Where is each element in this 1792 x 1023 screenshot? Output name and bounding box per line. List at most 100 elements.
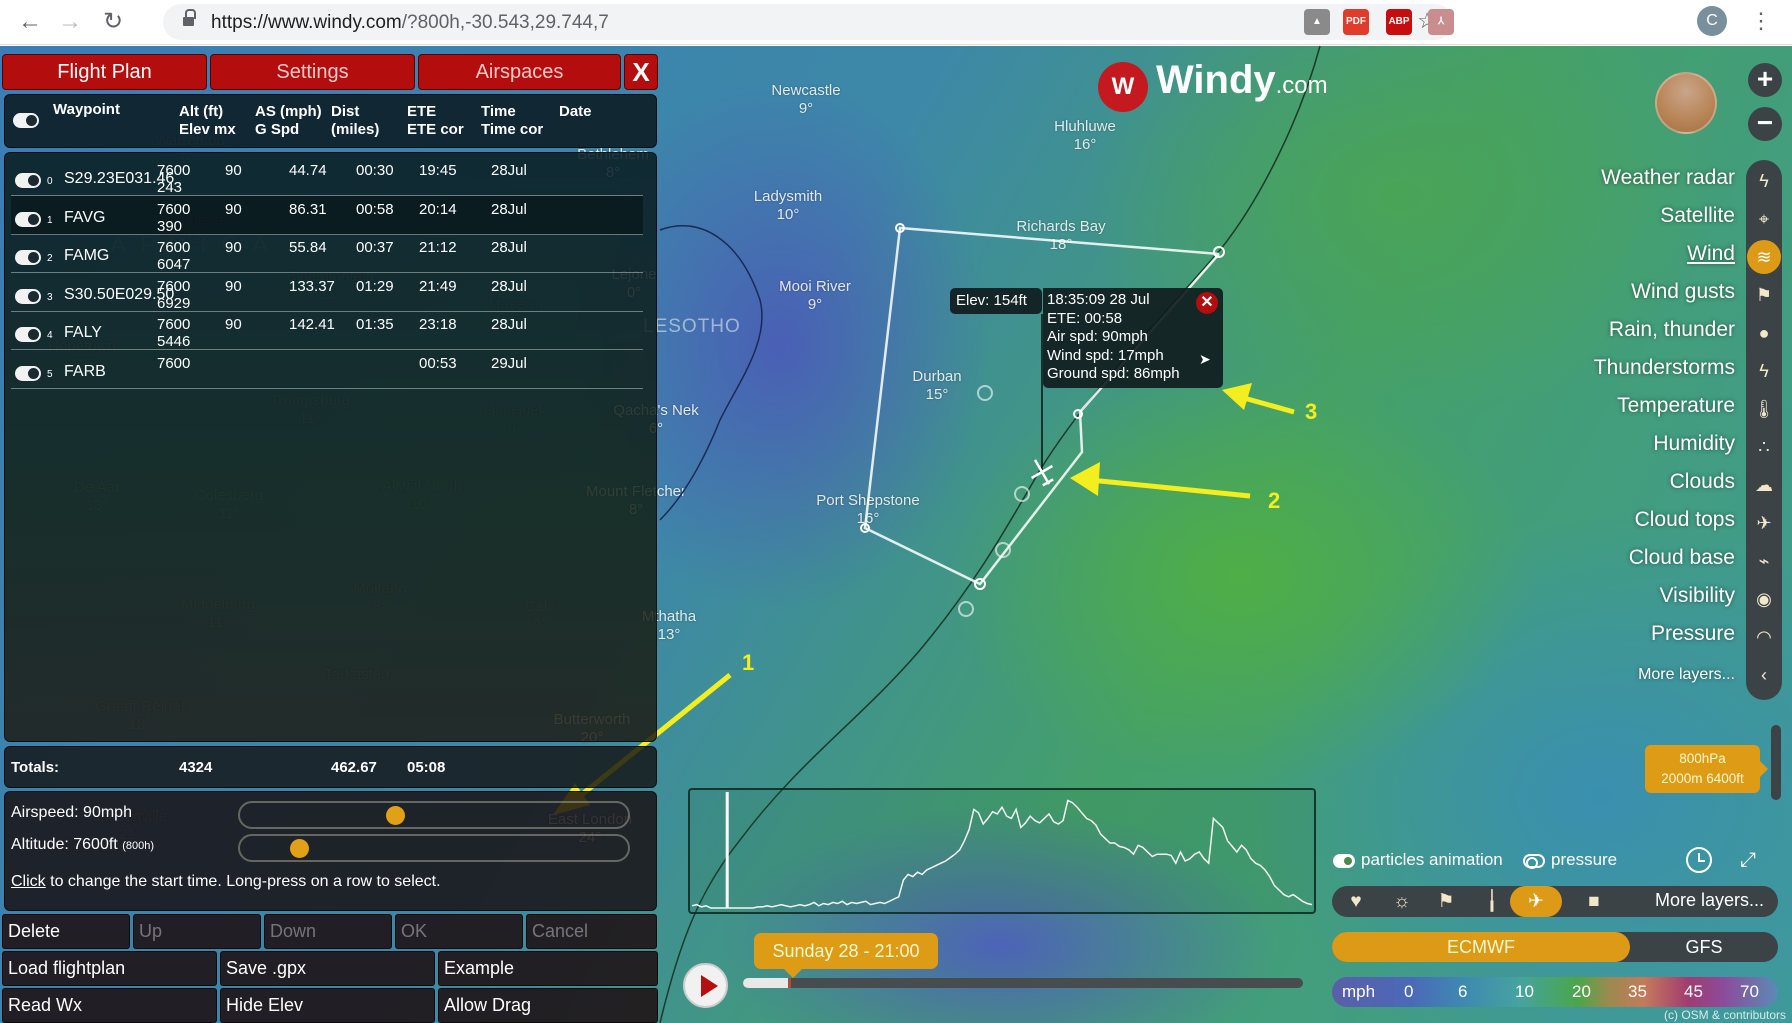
- layer-more-layers[interactable]: More layers...: [1638, 666, 1735, 684]
- windsock-icon[interactable]: ⚑: [1751, 282, 1777, 308]
- thunderstorm-icon[interactable]: ϟ: [1751, 358, 1777, 384]
- altitude-slider-handle[interactable]: [289, 839, 309, 858]
- logo-suffix: .com: [1275, 72, 1328, 99]
- humidity-icon[interactable]: ∴: [1751, 434, 1777, 460]
- date-value: 29Jul: [491, 354, 527, 372]
- user-avatar[interactable]: [1655, 72, 1717, 134]
- waypoint-toggle[interactable]: [15, 211, 41, 227]
- wind-icon[interactable]: ≋: [1747, 240, 1781, 274]
- popup-close-button[interactable]: ✕: [1196, 292, 1218, 314]
- cell-date: 28Jul: [491, 162, 527, 179]
- waypoint-row[interactable]: 2 FAMG 7600 6047 90 55.84 00:37 21:12 28Jul: [11, 234, 643, 273]
- layer-satellite[interactable]: Satellite: [1660, 204, 1735, 228]
- raindrop-icon[interactable]: ●: [1751, 320, 1777, 346]
- clouds-icon[interactable]: ☁: [1751, 472, 1777, 498]
- zoom-in-button[interactable]: +: [1748, 63, 1782, 97]
- totals-row: Totals: 4324 462.67 05:08: [4, 746, 657, 788]
- thermometer-icon[interactable]: 🌡: [1751, 396, 1777, 422]
- chevron-left-icon[interactable]: ‹: [1751, 662, 1777, 688]
- waypoint-row[interactable]: 4 FALY 7600 5446 90 142.41 01:35 23:18 28Jul: [11, 311, 643, 350]
- altitude-level-slider[interactable]: [1771, 725, 1781, 800]
- model-ecmwf[interactable]: ECMWF: [1332, 932, 1630, 962]
- sun-cloud-icon[interactable]: ☼: [1382, 886, 1422, 917]
- waypoint-row[interactable]: 5 FARB 7600 00:53 29Jul: [11, 350, 643, 389]
- airspeed-slider[interactable]: [238, 801, 630, 829]
- thermometer-icon[interactable]: ╽: [1472, 886, 1512, 917]
- up-button[interactable]: Up: [133, 914, 261, 949]
- level-pressure: 800hPa: [1679, 751, 1726, 766]
- ete-value: 00:30: [356, 162, 394, 179]
- elev-value: 243: [157, 179, 183, 196]
- waypoint-toggle[interactable]: [15, 173, 41, 188]
- save-gpx-button[interactable]: Save .gpx: [220, 951, 435, 986]
- hide-elev-button[interactable]: Hide Elev: [220, 988, 435, 1023]
- play-button[interactable]: [683, 963, 728, 1008]
- ok-button[interactable]: OK: [395, 914, 523, 949]
- read-wx-button[interactable]: Read Wx: [2, 988, 217, 1023]
- waypoint-toggle[interactable]: [15, 250, 41, 265]
- model-gfs[interactable]: GFS: [1630, 932, 1778, 962]
- heart-icon[interactable]: ♥: [1336, 886, 1376, 917]
- change-start-time-link[interactable]: Click: [11, 873, 46, 890]
- elevation-profile-chart[interactable]: [688, 788, 1316, 914]
- fullscreen-icon[interactable]: ⤢: [1736, 848, 1760, 872]
- layer-humidity[interactable]: Humidity: [1653, 432, 1735, 456]
- legend-unit: mph: [1342, 982, 1376, 1001]
- altitude-slider[interactable]: [238, 834, 630, 862]
- legend-value: 70: [1740, 982, 1759, 1001]
- video-camera-icon[interactable]: ■: [1574, 886, 1614, 917]
- panel-close-button[interactable]: X: [624, 54, 658, 90]
- panel-tabs: Flight Plan Settings Airspaces X: [2, 54, 658, 90]
- waypoint-row[interactable]: 0 S29.23E031.46 7600 243 90 44.74 00:30 19:45 28…: [11, 157, 643, 196]
- example-button[interactable]: Example: [438, 951, 658, 986]
- alt-value: 7600: [157, 162, 191, 179]
- down-button[interactable]: Down: [264, 914, 392, 949]
- airplane-icon[interactable]: ✈: [1510, 886, 1562, 917]
- layer-visibility[interactable]: Visibility: [1660, 584, 1735, 608]
- layer-temperature[interactable]: Temperature: [1617, 394, 1735, 418]
- pressure-toggle[interactable]: [1523, 854, 1545, 869]
- waypoint-toggle[interactable]: [15, 288, 41, 304]
- layer-wind[interactable]: Wind: [1687, 242, 1735, 266]
- dist-value: 55.84: [289, 239, 327, 256]
- cancel-button[interactable]: Cancel: [526, 914, 657, 949]
- quickbar-more-layers[interactable]: More layers...: [1655, 890, 1764, 911]
- totals-elevation: 4324: [179, 759, 213, 776]
- waypoint-toggle[interactable]: [15, 327, 41, 342]
- weather-radar-icon[interactable]: ϟ: [1751, 168, 1777, 194]
- waypoint-row[interactable]: 1 FAVG 7600 390 90 86.31 00:58 20:14 28Jul: [11, 195, 643, 235]
- airplane-icon[interactable]: ✈: [1751, 510, 1777, 536]
- particles-toggle[interactable]: [1333, 854, 1355, 868]
- allow-drag-button[interactable]: Allow Drag: [438, 988, 658, 1023]
- layer-clouds[interactable]: Clouds: [1670, 470, 1735, 494]
- tab-settings[interactable]: Settings: [210, 54, 415, 90]
- tab-airspaces[interactable]: Airspaces: [418, 54, 621, 90]
- wind-speed-legend[interactable]: mph 0 6 10 20 35 45 70: [1332, 977, 1778, 1007]
- tab-flight-plan[interactable]: Flight Plan: [2, 54, 207, 90]
- elevation-profile-svg: [691, 792, 1313, 909]
- layer-thunderstorms[interactable]: Thunderstorms: [1594, 356, 1735, 380]
- satellite-icon[interactable]: ⌖: [1751, 206, 1777, 232]
- delete-button[interactable]: Delete: [2, 914, 130, 949]
- layer-weather-radar[interactable]: Weather radar: [1601, 166, 1735, 190]
- layer-cloud-base[interactable]: Cloud base: [1629, 546, 1735, 570]
- helicopter-icon[interactable]: ⌁: [1751, 548, 1777, 574]
- layer-rain-thunder[interactable]: Rain, thunder: [1609, 318, 1735, 342]
- layer-pressure[interactable]: Pressure: [1651, 622, 1735, 646]
- timeline-slider[interactable]: [743, 978, 1303, 988]
- pressure-label: pressure: [1551, 850, 1618, 869]
- waypoint-toggle[interactable]: [15, 365, 41, 381]
- cell-date: 29Jul: [491, 355, 527, 372]
- clock-icon[interactable]: [1686, 847, 1712, 873]
- layer-wind-gusts[interactable]: Wind gusts: [1631, 280, 1735, 304]
- zoom-out-button[interactable]: −: [1748, 107, 1782, 141]
- eye-icon[interactable]: ◉: [1751, 586, 1777, 612]
- layer-cloud-tops[interactable]: Cloud tops: [1635, 508, 1735, 532]
- gauge-icon[interactable]: ◠: [1751, 624, 1777, 650]
- windsock-icon[interactable]: ⚑: [1426, 886, 1466, 917]
- totals-label: Totals:: [11, 759, 60, 776]
- airspeed-slider-handle[interactable]: [385, 806, 405, 825]
- load-flightplan-button[interactable]: Load flightplan: [2, 951, 217, 986]
- toggle-all-waypoints[interactable]: [13, 113, 39, 128]
- waypoint-row[interactable]: 3 S30.50E029.50 7600 6929 90 133.37 01:29 21:49…: [11, 273, 643, 312]
